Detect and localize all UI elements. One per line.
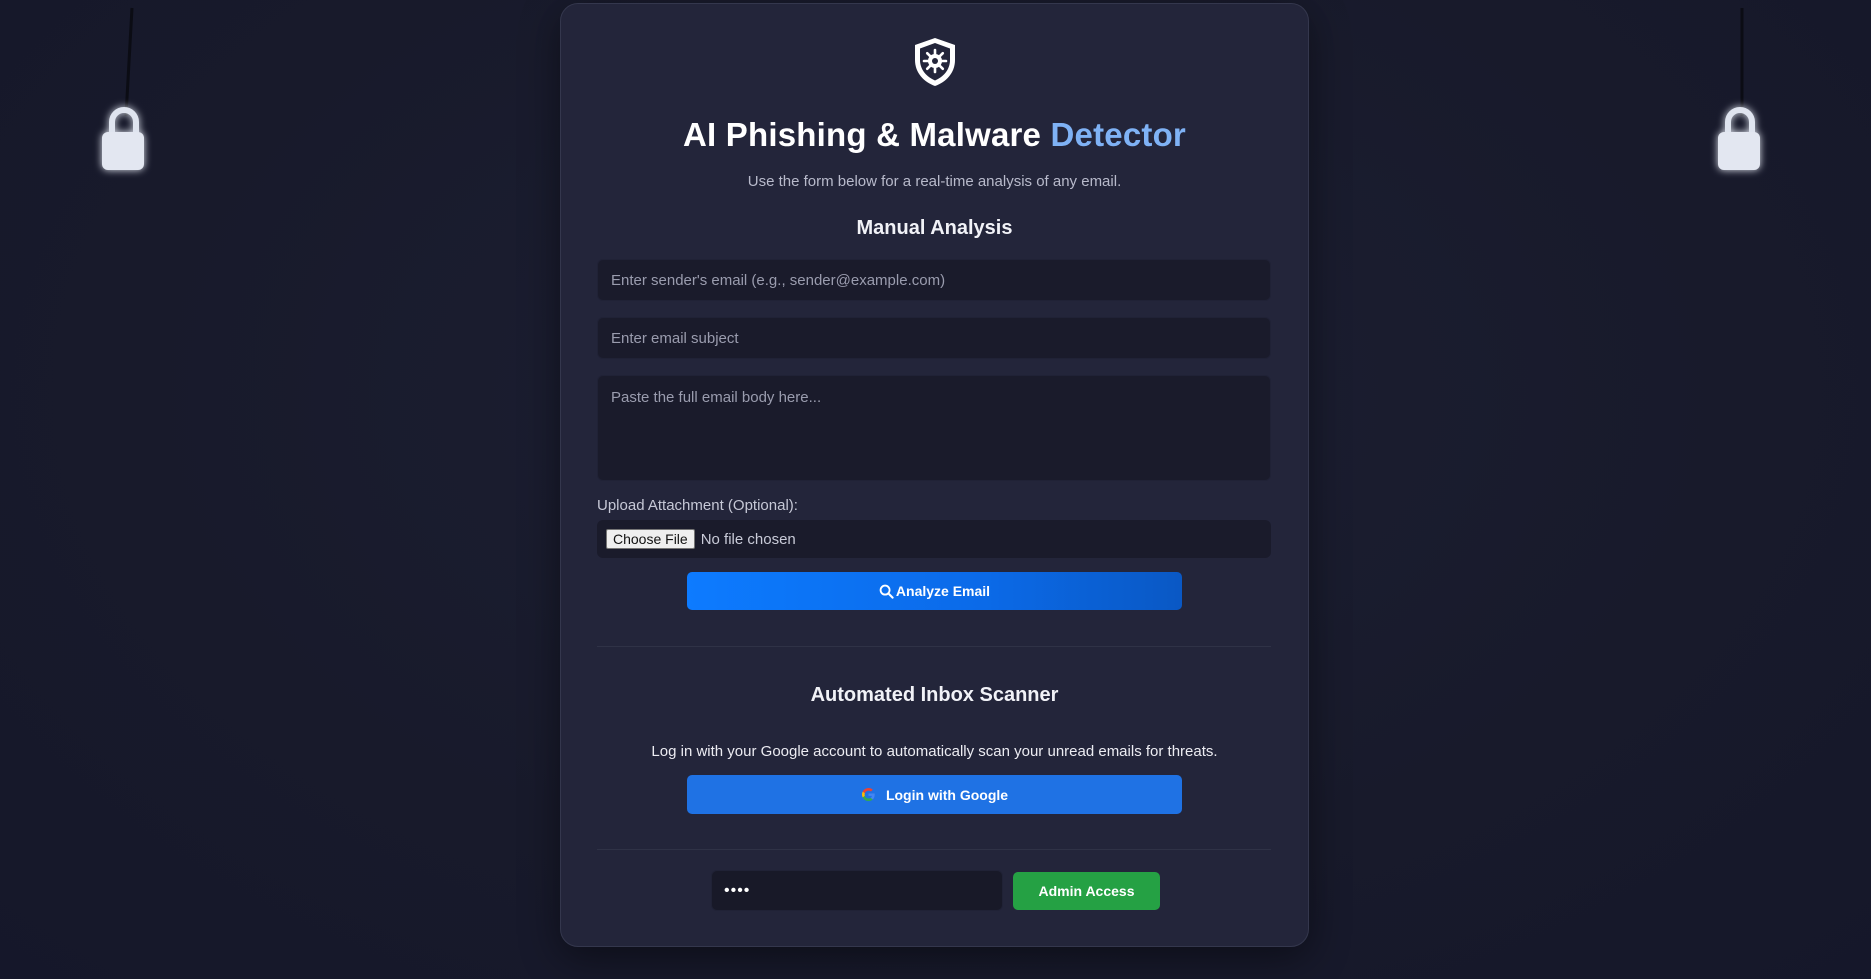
inbox-scanner-description: Log in with your Google account to autom…	[651, 743, 1218, 760]
choose-file-button[interactable]: Choose File	[606, 529, 695, 549]
login-with-google-button[interactable]: Login with Google	[687, 775, 1182, 814]
detector-card: AI Phishing & Malware Detector Use the f…	[560, 3, 1309, 947]
search-icon	[879, 584, 894, 599]
email-subject-input[interactable]: Enter email subject	[597, 317, 1271, 359]
shield-virus-icon	[911, 36, 959, 88]
admin-access-button[interactable]: Admin Access	[1013, 872, 1160, 910]
title-main: AI Phishing & Malware	[683, 116, 1042, 153]
sender-email-input[interactable]: Enter sender's email (e.g., sender@examp…	[597, 259, 1271, 301]
section-divider	[597, 849, 1271, 850]
page-subtitle: Use the form below for a real-time analy…	[747, 173, 1122, 190]
lock-icon	[102, 7, 144, 170]
google-icon	[861, 787, 875, 802]
file-status-text: No file chosen	[700, 530, 796, 548]
analyze-email-label: Analyze Email	[895, 583, 991, 599]
analyze-email-button[interactable]: Analyze Email	[687, 572, 1182, 610]
page-title: AI Phishing & Malware Detector	[561, 116, 1308, 154]
admin-password-input[interactable]: ••••	[711, 870, 1003, 911]
email-body-textarea[interactable]: Paste the full email body here...	[597, 375, 1271, 481]
hanging-lock-right	[1712, 0, 1772, 180]
admin-access-label: Admin Access	[1038, 883, 1135, 899]
login-with-google-label: Login with Google	[885, 786, 1009, 803]
email-body-placeholder: Paste the full email body here...	[611, 389, 822, 406]
email-subject-placeholder: Enter email subject	[611, 330, 739, 347]
inbox-scanner-heading: Automated Inbox Scanner	[810, 684, 1059, 706]
section-divider	[597, 646, 1271, 647]
lock-icon	[1718, 8, 1760, 170]
sender-email-placeholder: Enter sender's email (e.g., sender@examp…	[611, 272, 946, 289]
page: AI Phishing & Malware Detector Use the f…	[0, 0, 1871, 979]
manual-analysis-heading: Manual Analysis	[856, 217, 1013, 239]
attachment-file-input[interactable]: Choose File No file chosen	[597, 520, 1271, 558]
upload-attachment-label: Upload Attachment (Optional):	[597, 497, 798, 514]
title-accent: Detector	[1050, 116, 1186, 153]
hanging-lock-left	[96, 0, 156, 180]
